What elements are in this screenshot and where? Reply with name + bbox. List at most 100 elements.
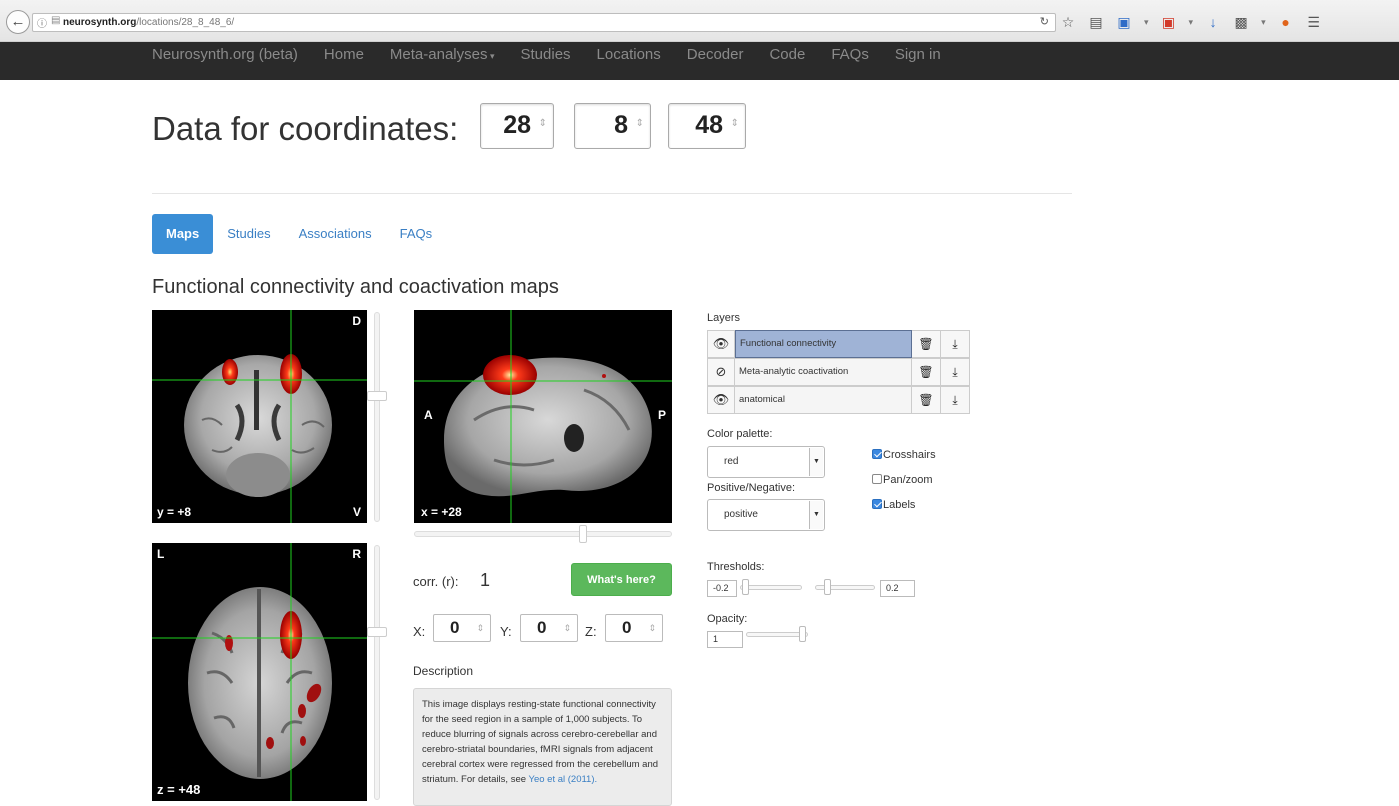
eye-icon[interactable]: 👁 xyxy=(707,330,735,358)
url-bar[interactable]: ⓘ ▤ neurosynth.org/locations/28_8_48_6/ … xyxy=(32,13,1056,32)
nav-brand[interactable]: Neurosynth.org (beta) xyxy=(152,46,298,63)
download-icon[interactable]: ⤓ xyxy=(941,386,970,414)
nav-meta-analyses[interactable]: Meta-analyses ▾ xyxy=(390,46,495,63)
trash-icon[interactable]: 🗑 xyxy=(912,330,941,358)
spinner-icon[interactable]: ⇕ xyxy=(539,119,547,129)
color-palette-select[interactable]: red ▼ xyxy=(707,446,825,478)
firefox-icon[interactable]: ● xyxy=(1278,12,1294,32)
label-ventral: V xyxy=(352,505,361,519)
crosshairs-checkbox[interactable]: Crosshairs xyxy=(872,449,936,461)
threshold-negative-input[interactable]: -0.2 xyxy=(707,580,737,597)
opacity-slider[interactable] xyxy=(746,626,808,642)
panzoom-checkbox[interactable]: Pan/zoom xyxy=(872,474,933,486)
save-icon[interactable]: ▣ xyxy=(1116,12,1132,32)
spinner-icon[interactable]: ⇕ xyxy=(476,623,484,634)
nav-decoder[interactable]: Decoder xyxy=(687,46,744,63)
reload-icon[interactable]: ↻ xyxy=(1040,15,1049,28)
threshold-negative-thumb[interactable] xyxy=(742,579,749,595)
coronal-view[interactable]: D y = +8 V xyxy=(152,310,367,523)
spinner-icon[interactable]: ⇕ xyxy=(636,119,644,129)
back-arrow-icon[interactable]: ← xyxy=(6,10,30,34)
nav-code[interactable]: Code xyxy=(769,46,805,63)
label-dorsal: D xyxy=(352,314,361,328)
layer-name[interactable]: Meta-analytic coactivation xyxy=(735,358,912,386)
threshold-negative-slider[interactable] xyxy=(740,579,802,595)
spinner-icon[interactable]: ⇕ xyxy=(731,119,739,129)
description-box: This image displays resting-state functi… xyxy=(413,688,672,806)
hamburger-menu-icon[interactable]: ☰ xyxy=(1306,12,1322,32)
bookmark-star-icon[interactable]: ☆ xyxy=(1060,12,1076,32)
browser-toolbar-icons: ☆ ▤ ▣ ▾ ▣ ▾ ↓ ▩ ▾ ● ☰ xyxy=(1060,12,1322,32)
thresholds-label: Thresholds: xyxy=(707,561,765,573)
axial-slider-thumb[interactable] xyxy=(367,627,387,637)
nav-sign-in[interactable]: Sign in xyxy=(895,46,941,63)
nav-home[interactable]: Home xyxy=(324,46,364,63)
y-input[interactable]: 0 ⇕ xyxy=(520,614,578,642)
color-palette-label: Color palette: xyxy=(707,428,773,440)
layer-name[interactable]: anatomical xyxy=(735,386,912,414)
dropdown-arrow-icon[interactable]: ▾ xyxy=(1261,17,1266,28)
download-icon[interactable]: ⤓ xyxy=(941,330,970,358)
corr-value: 1 xyxy=(480,570,491,590)
whats-here-button[interactable]: What's here? xyxy=(571,563,672,596)
trash-icon[interactable]: 🗑 xyxy=(912,358,941,386)
z-label: Z: xyxy=(585,624,597,639)
dropdown-arrow-icon[interactable]: ▾ xyxy=(1189,17,1194,28)
layer-row[interactable]: 👁 anatomical 🗑 ⤓ xyxy=(707,386,970,414)
positive-negative-select[interactable]: positive ▼ xyxy=(707,499,825,531)
panzoom-label: Pan/zoom xyxy=(883,474,933,486)
nav-locations[interactable]: Locations xyxy=(597,46,661,63)
coord-x-input[interactable]: 28 ⇕ xyxy=(480,103,554,149)
coord-y-input[interactable]: 8 ⇕ xyxy=(574,103,651,149)
checkbox-checked-icon[interactable] xyxy=(872,449,882,459)
tab-maps[interactable]: Maps xyxy=(152,214,214,254)
coronal-slider-thumb[interactable] xyxy=(367,391,387,401)
layer-name[interactable]: Functional connectivity xyxy=(735,330,912,358)
tab-associations[interactable]: Associations xyxy=(285,214,386,254)
tab-studies[interactable]: Studies xyxy=(213,214,284,254)
checkbox-unchecked-icon[interactable] xyxy=(872,474,882,484)
z-input[interactable]: 0 ⇕ xyxy=(605,614,663,642)
x-value: 0 xyxy=(450,618,460,637)
opacity-input[interactable]: 1 xyxy=(707,631,743,648)
site-navbar: Neurosynth.org (beta) Home Meta-analyses… xyxy=(0,42,1399,80)
eye-slash-icon[interactable]: ⊘ xyxy=(707,358,735,386)
nav-faqs[interactable]: FAQs xyxy=(831,46,869,63)
coord-x-value: 28 xyxy=(503,111,531,139)
axial-view[interactable]: L R z = +48 xyxy=(152,543,367,801)
download-icon[interactable]: ↓ xyxy=(1205,12,1221,32)
print-icon[interactable]: ▩ xyxy=(1233,12,1249,32)
coord-z-input[interactable]: 48 ⇕ xyxy=(668,103,746,149)
url-host: neurosynth.org xyxy=(63,17,137,28)
download-icon[interactable]: ⤓ xyxy=(941,358,970,386)
dropdown-arrow-icon[interactable]: ▾ xyxy=(1144,17,1149,28)
library-icon[interactable]: ▤ xyxy=(1088,12,1104,32)
labels-checkbox[interactable]: Labels xyxy=(872,499,915,511)
info-icon[interactable]: ⓘ xyxy=(37,15,47,30)
axial-slice-slider[interactable] xyxy=(367,545,387,800)
sagittal-view[interactable]: A P x = +28 xyxy=(414,310,672,523)
coord-z-value: 48 xyxy=(695,111,723,139)
coronal-slice-slider[interactable] xyxy=(367,312,387,522)
checkbox-checked-icon[interactable] xyxy=(872,499,882,509)
sagittal-brain-image xyxy=(414,310,672,523)
nav-studies[interactable]: Studies xyxy=(521,46,571,63)
labels-label: Labels xyxy=(883,499,916,511)
extension-icon[interactable]: ▣ xyxy=(1161,12,1177,32)
description-link[interactable]: Yeo et al (2011). xyxy=(528,774,597,785)
eye-icon[interactable]: 👁 xyxy=(707,386,735,414)
sagittal-slider-thumb[interactable] xyxy=(579,525,587,543)
color-palette-value: red xyxy=(724,456,739,467)
opacity-slider-thumb[interactable] xyxy=(799,626,806,642)
x-input[interactable]: 0 ⇕ xyxy=(433,614,491,642)
threshold-positive-thumb[interactable] xyxy=(824,579,831,595)
layer-row[interactable]: 👁 Functional connectivity 🗑 ⤓ xyxy=(707,330,970,358)
trash-icon[interactable]: 🗑 xyxy=(912,386,941,414)
spinner-icon[interactable]: ⇕ xyxy=(648,623,656,634)
threshold-positive-slider[interactable] xyxy=(815,579,875,595)
layer-row[interactable]: ⊘ Meta-analytic coactivation 🗑 ⤓ xyxy=(707,358,970,386)
sagittal-slice-slider[interactable] xyxy=(414,525,672,543)
spinner-icon[interactable]: ⇕ xyxy=(563,623,571,634)
threshold-positive-input[interactable]: 0.2 xyxy=(880,580,915,597)
tab-faqs[interactable]: FAQs xyxy=(386,214,447,254)
